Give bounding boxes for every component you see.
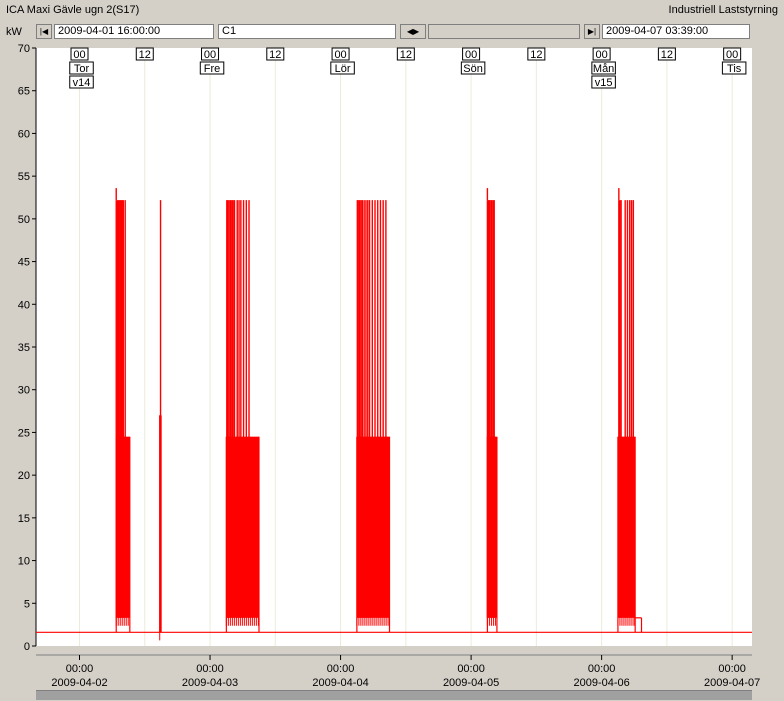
marker-label: Mån [591,61,616,75]
marker-label: 12 [266,47,285,61]
y-tick-label: 25 [18,427,30,439]
marker-label: 12 [396,47,415,61]
marker-text: 00 [204,49,216,61]
x-tick-hour: 00:00 [718,663,746,675]
marker-label: 00 [592,47,611,61]
y-axis: 0 5 10 15 20 25 30 35 40 45 50 55 60 65 70 [18,43,37,653]
y-tick-label: 45 [18,257,30,269]
marker-text: 00 [73,49,85,61]
y-tick-label: 10 [18,556,30,568]
marker-label: Tor [69,61,94,75]
marker-label: 00 [70,47,89,61]
y-tick-label: 5 [24,598,30,610]
marker-text: 00 [595,49,607,61]
marker-label: Sön [460,61,486,75]
marker-label: v15 [591,75,616,89]
marker-text: Tis [727,63,742,75]
marker-label: 00 [723,47,742,61]
marker-label: Tis [721,61,747,75]
y-tick-label: 50 [18,214,30,226]
marker-text: Mån [593,63,614,75]
marker-text: 12 [139,49,151,61]
load-chart: 0 5 10 15 20 25 30 35 40 45 50 55 60 65 70 00 Tor v14 12 0… [18,43,761,689]
marker-label: 00 [201,47,220,61]
plot-area [36,48,752,646]
x-tick-hour: 00:00 [66,663,94,675]
marker-text: 00 [465,49,477,61]
y-tick-label: 65 [18,86,30,98]
y-tick-label: 55 [18,171,30,183]
x-tick-date: 2009-04-03 [182,677,238,689]
marker-label: v14 [69,75,94,89]
x-tick-date: 2009-04-06 [573,677,629,689]
x-tick-date: 2009-04-02 [51,677,107,689]
marker-label: 00 [331,47,350,61]
x-tick-hour: 00:00 [196,663,224,675]
marker-text: 00 [726,49,738,61]
marker-label: 00 [462,47,481,61]
load-block [159,200,162,641]
y-tick-label: 20 [18,470,30,482]
y-tick-label: 15 [18,513,30,525]
marker-text: Sön [463,63,483,75]
marker-text: Fre [204,63,221,75]
horizontal-scrollbar[interactable] [36,690,752,700]
x-tick-hour: 00:00 [588,663,616,675]
y-tick-label: 70 [18,43,30,55]
marker-text: 12 [400,49,412,61]
marker-text: 12 [269,49,281,61]
marker-text: 12 [530,49,542,61]
marker-label: 12 [135,47,154,61]
y-tick-label: 60 [18,128,30,140]
x-tick-date: 2009-04-07 [704,677,760,689]
x-axis: 00:00 2009-04-02 00:00 2009-04-03 00:00 2009-… [36,654,760,689]
x-tick-date: 2009-04-04 [312,677,368,689]
marker-label: Lör [330,61,355,75]
y-tick-label: 30 [18,385,30,397]
marker-text: v14 [73,77,91,89]
y-tick-label: 40 [18,299,30,311]
x-tick-hour: 00:00 [457,663,485,675]
marker-text: 00 [334,49,346,61]
marker-text: v15 [595,77,613,89]
y-tick-label: 0 [24,641,30,653]
marker-text: 12 [661,49,673,61]
x-tick-date: 2009-04-05 [443,677,499,689]
marker-text: Tor [74,63,90,75]
marker-label: 12 [527,47,546,61]
marker-label: Fre [199,61,225,75]
x-tick-hour: 00:00 [327,663,355,675]
marker-label: 12 [657,47,676,61]
y-tick-label: 35 [18,342,30,354]
marker-text: Lör [335,63,351,75]
